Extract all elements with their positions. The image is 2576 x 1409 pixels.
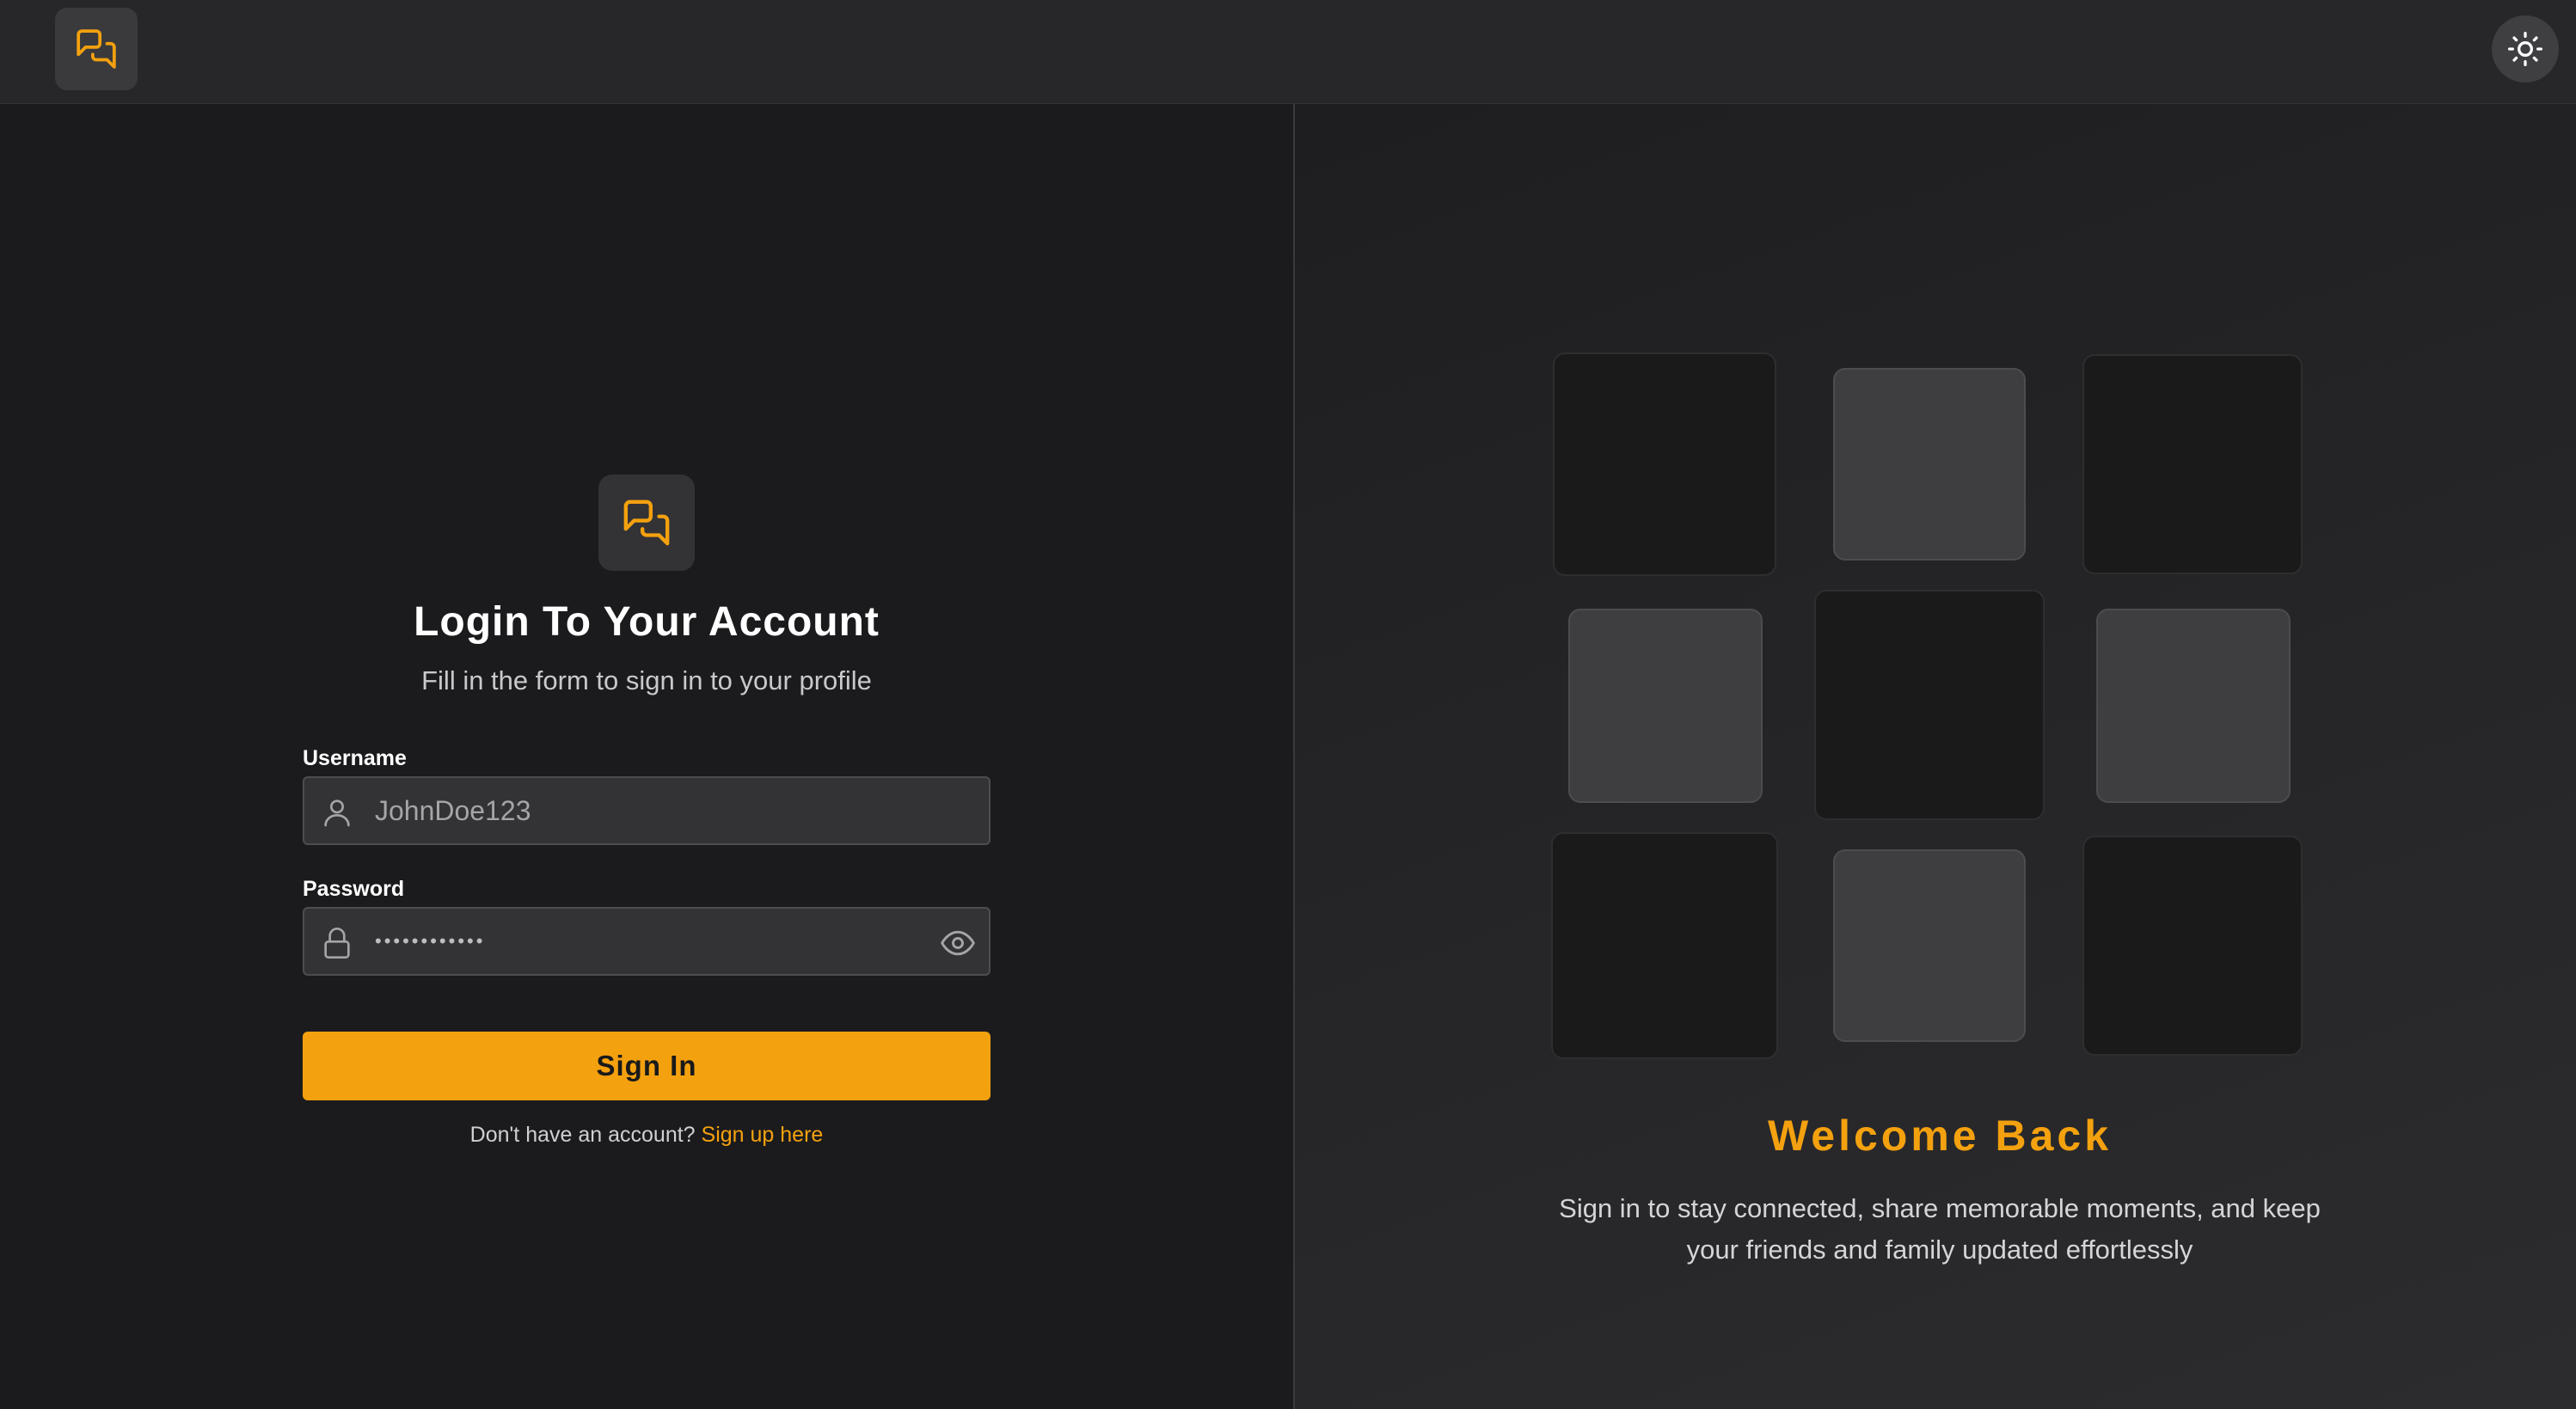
- decorative-tile: [2082, 354, 2303, 574]
- sign-in-button[interactable]: Sign In: [303, 1032, 991, 1100]
- eye-icon[interactable]: [939, 924, 977, 962]
- app-logo-button[interactable]: [55, 8, 138, 90]
- decorative-tile: [1568, 609, 1763, 803]
- decorative-tile: [1833, 849, 2026, 1042]
- form-title: Login To Your Account: [414, 599, 880, 645]
- signup-prompt-text: Don't have an account?: [469, 1123, 696, 1147]
- username-input[interactable]: [373, 778, 923, 843]
- decorative-tile: [1553, 352, 1776, 576]
- user-icon: [324, 799, 350, 827]
- username-field[interactable]: [303, 776, 991, 845]
- username-label: Username: [303, 746, 407, 770]
- decorative-tile: [2082, 836, 2303, 1056]
- signup-prompt: Don't have an account? Sign up here: [303, 1123, 991, 1148]
- password-input[interactable]: [373, 909, 923, 974]
- decorative-tile: [1833, 368, 2026, 561]
- theme-toggle-button[interactable]: [2492, 15, 2559, 83]
- password-label: Password: [303, 877, 405, 901]
- form-subtitle: Fill in the form to sign in to your prof…: [421, 665, 872, 695]
- chat-bubbles-icon: [623, 499, 670, 546]
- lock-icon: [324, 928, 350, 959]
- top-bar: [0, 0, 2576, 104]
- decorative-tile: [1551, 832, 1778, 1059]
- chat-bubbles-icon: [77, 29, 116, 69]
- signup-link[interactable]: Sign up here: [702, 1123, 824, 1147]
- welcome-title: Welcome Back: [1767, 1112, 2113, 1160]
- login-panel: [0, 104, 1293, 1409]
- decorative-tile: [2096, 609, 2291, 803]
- password-field[interactable]: [303, 907, 991, 976]
- decorative-tile: [1814, 590, 2045, 820]
- welcome-text: Sign in to stay connected, share memorab…: [1559, 1193, 2321, 1265]
- form-logo: [598, 475, 695, 571]
- sun-icon: [2508, 32, 2542, 66]
